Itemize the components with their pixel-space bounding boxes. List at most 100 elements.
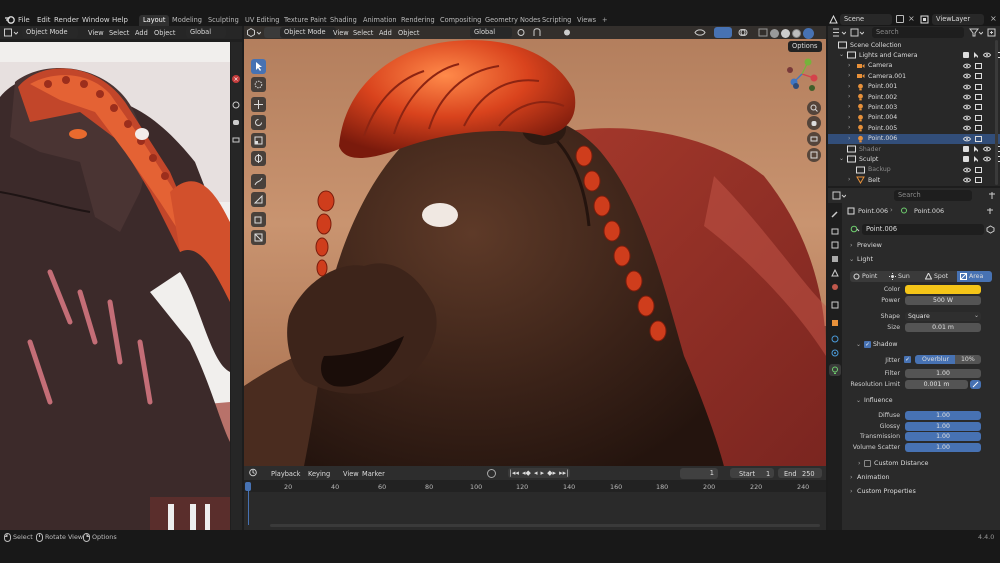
close-icon[interactable]: ×: [232, 75, 240, 83]
add-workspace-icon[interactable]: +: [598, 15, 612, 26]
power-field[interactable]: 500 W: [905, 296, 981, 305]
shading-mode-buttons[interactable]: [770, 28, 820, 39]
visibility-icon[interactable]: [694, 28, 706, 37]
render-camera-icon[interactable]: [975, 177, 983, 184]
visibility-eye-icon[interactable]: [983, 156, 991, 162]
collection-tab-icon[interactable]: [831, 301, 839, 309]
visibility-eye-icon[interactable]: [963, 63, 971, 69]
render-camera-icon[interactable]: [975, 125, 983, 132]
display-mode-icon[interactable]: [850, 28, 864, 37]
cursor-tool[interactable]: [251, 77, 266, 92]
visibility-eye-icon[interactable]: [983, 146, 991, 152]
viewport-mode-selector[interactable]: Object Mode: [280, 27, 336, 38]
workspace-tab-sculpting[interactable]: Sculpting: [204, 15, 243, 26]
3d-viewport[interactable]: [244, 26, 826, 466]
jitter-checkbox[interactable]: ✓: [904, 356, 911, 363]
proportional-edit-icon[interactable]: [562, 28, 572, 37]
play-icon[interactable]: ▸: [541, 469, 545, 477]
visibility-eye-icon[interactable]: [963, 136, 971, 142]
light-type-spot[interactable]: Spot: [922, 271, 957, 282]
exclude-checkbox[interactable]: [963, 52, 969, 59]
gizmo-toggle-button[interactable]: [714, 27, 732, 38]
render-tab-icon[interactable]: [831, 227, 839, 235]
zoom-icon[interactable]: [807, 101, 821, 115]
pan-hand-icon[interactable]: [807, 116, 821, 130]
custom-properties-panel-header[interactable]: › Custom Properties: [848, 487, 996, 498]
selectable-arrow-icon[interactable]: [973, 146, 979, 152]
annotate-tool[interactable]: [251, 174, 266, 189]
world-tab-icon[interactable]: [831, 283, 839, 291]
custom-distance-panel-header[interactable]: › Custom Distance: [856, 459, 994, 470]
snap-icon[interactable]: [532, 28, 542, 37]
navigation-gizmo[interactable]: [784, 56, 820, 92]
outliner-row[interactable]: › Point.006: [828, 133, 1000, 145]
left-menu-object[interactable]: Object: [154, 29, 175, 37]
preview-panel-header[interactable]: › Preview: [848, 241, 996, 252]
size-field[interactable]: 0.01 m: [905, 323, 981, 332]
render-camera-icon[interactable]: [975, 73, 983, 80]
timeline-menu-playback[interactable]: Playback: [271, 470, 300, 478]
outliner-row[interactable]: › Belt: [828, 175, 1000, 186]
record-icon[interactable]: [487, 469, 496, 478]
perspective-toggle-icon[interactable]: [807, 148, 821, 162]
view-layer-selector[interactable]: ViewLayer: [932, 14, 984, 25]
outliner-row[interactable]: › Camera: [828, 61, 1000, 72]
add-cylinder-tool[interactable]: [251, 230, 266, 245]
workspace-tab-animation[interactable]: Animation: [359, 15, 401, 26]
render-camera-icon[interactable]: [975, 114, 983, 121]
visibility-eye-icon[interactable]: [983, 52, 991, 58]
expand-chevron-icon[interactable]: ›: [848, 103, 850, 110]
expand-chevron-icon[interactable]: ›: [848, 62, 850, 69]
current-frame-field[interactable]: 1: [680, 468, 718, 479]
light-data-tab-icon[interactable]: [829, 364, 841, 376]
exclude-checkbox[interactable]: [963, 156, 969, 163]
render-camera-icon[interactable]: [975, 166, 983, 173]
visibility-eye-icon[interactable]: [963, 167, 971, 173]
outliner-row[interactable]: ⌄ Sculpt: [828, 154, 1000, 165]
outliner-row[interactable]: › Point.004: [828, 113, 1000, 124]
expand-chevron-icon[interactable]: ⌄: [839, 51, 844, 58]
filter-icon[interactable]: [969, 28, 983, 37]
jump-end-icon[interactable]: ▸▸|: [559, 469, 568, 477]
timeline-menu-marker[interactable]: Marker: [362, 470, 385, 478]
resolution-link-icon[interactable]: [970, 380, 981, 389]
selectable-arrow-icon[interactable]: [973, 52, 979, 59]
pin-datablock-icon[interactable]: [986, 207, 994, 215]
animation-panel-header[interactable]: › Animation: [848, 473, 996, 484]
move-tool[interactable]: [251, 97, 266, 112]
shadow-checkbox[interactable]: ✓: [864, 341, 871, 348]
menu-help[interactable]: Help: [112, 16, 128, 24]
pin-icon[interactable]: [988, 191, 996, 200]
left-cursor-icon[interactable]: [232, 101, 240, 109]
outliner-row[interactable]: › Point.005: [828, 123, 1000, 134]
left-menu-view[interactable]: View: [88, 29, 104, 37]
outliner-row[interactable]: Shader: [828, 144, 1000, 155]
render-camera-icon[interactable]: [975, 62, 983, 69]
measure-tool[interactable]: [251, 192, 266, 207]
left-mode-selector[interactable]: Object Mode: [22, 27, 78, 38]
wireframe-shading-icon[interactable]: [770, 29, 779, 38]
playhead[interactable]: [245, 482, 251, 491]
left-hand-icon[interactable]: [232, 118, 240, 126]
left-camera-icon[interactable]: [232, 136, 240, 144]
outliner-row[interactable]: › Point.002: [828, 92, 1000, 103]
properties-editor-type-icon[interactable]: [832, 191, 846, 200]
filter-field[interactable]: 1.00: [905, 369, 981, 378]
glossy-field[interactable]: 1.00: [905, 422, 981, 431]
expand-chevron-icon[interactable]: ›: [848, 176, 850, 183]
influence-chevron-down-icon[interactable]: ⌄: [856, 397, 861, 404]
diffuse-field[interactable]: 1.00: [905, 411, 981, 420]
left-menu-add[interactable]: Add: [135, 29, 148, 37]
scene-selector[interactable]: Scene: [840, 14, 892, 25]
light-type-sun[interactable]: Sun: [886, 271, 921, 282]
overlays-icon[interactable]: [738, 28, 748, 37]
viewport-menu-object[interactable]: Object: [398, 29, 419, 37]
outliner-row[interactable]: Scene Collection: [828, 40, 1000, 51]
camera-view-icon[interactable]: [807, 132, 821, 146]
outliner-scrollbar[interactable]: [995, 40, 998, 185]
light-type-area[interactable]: Area: [957, 271, 992, 282]
resolution-limit-field[interactable]: 0.001 m: [905, 380, 968, 389]
visibility-eye-icon[interactable]: [963, 125, 971, 131]
expand-chevron-icon[interactable]: ›: [848, 93, 850, 100]
constraints-tab-icon[interactable]: [831, 349, 839, 357]
